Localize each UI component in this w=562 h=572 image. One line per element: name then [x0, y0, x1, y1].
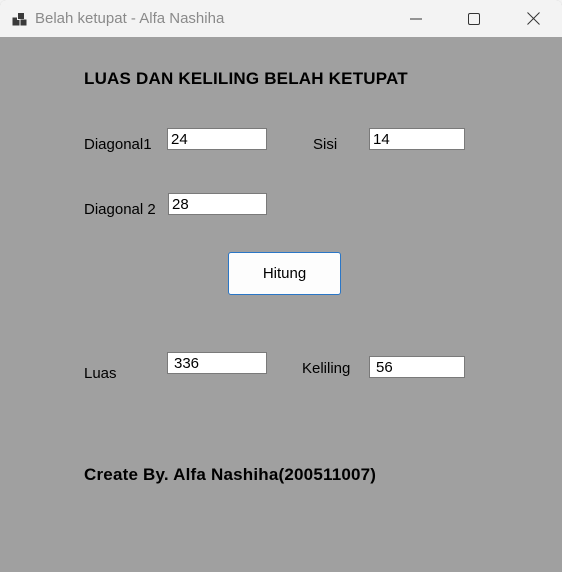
title-bar[interactable]: Belah ketupat - Alfa Nashiha	[0, 0, 562, 37]
window-title: Belah ketupat - Alfa Nashiha	[35, 10, 225, 27]
diagonal2-label: Diagonal 2	[84, 201, 156, 218]
app-window-icon[interactable]	[12, 11, 28, 27]
maximize-button[interactable]	[445, 0, 503, 37]
diagonal1-label: Diagonal1	[84, 136, 152, 153]
luas-output[interactable]: 336	[167, 352, 267, 374]
keliling-output[interactable]: 56	[369, 356, 465, 378]
close-button[interactable]	[504, 0, 562, 37]
sisi-input[interactable]: 14	[369, 128, 465, 150]
close-icon	[526, 12, 540, 25]
luas-label: Luas	[84, 365, 117, 382]
diagonal1-input[interactable]: 24	[167, 128, 267, 150]
app-window: Belah ketupat - Alfa Nashiha LUAS DAN KE…	[0, 0, 562, 572]
form-heading: LUAS DAN KELILING BELAH KETUPAT	[84, 69, 408, 88]
diagonal2-input[interactable]: 28	[168, 193, 267, 215]
keliling-label: Keliling	[302, 360, 351, 377]
sisi-label: Sisi	[313, 136, 338, 153]
minimize-icon	[410, 18, 422, 19]
hitung-button[interactable]: Hitung	[228, 252, 341, 295]
footer-credit: Create By. Alfa Nashiha(200511007)	[84, 465, 377, 484]
maximize-icon	[468, 12, 480, 25]
minimize-button[interactable]	[387, 0, 445, 37]
form-client-area	[0, 37, 562, 572]
